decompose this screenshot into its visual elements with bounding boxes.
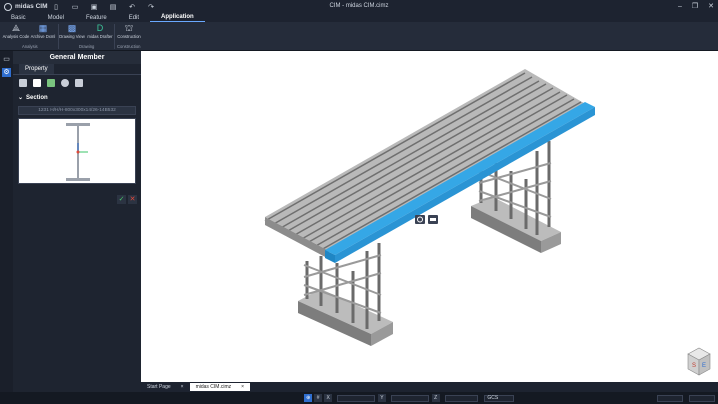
undo-icon[interactable]: ↶ — [128, 3, 136, 11]
close-icon[interactable]: ✕ — [708, 0, 714, 13]
group-label-analysis: Analysis — [22, 44, 38, 49]
apply-check-icon[interactable]: ✓ — [117, 195, 126, 204]
ribbon: ⟁ Analysis Code ▦ Archive Dxml ▩ Drawing… — [0, 22, 718, 51]
settings-gear-icon[interactable]: ⚙ — [2, 68, 11, 77]
midas-drafter-button[interactable]: D midas Drafter — [86, 23, 114, 41]
drawing-view-icon: ▩ — [67, 23, 77, 33]
x-coordinate-field[interactable] — [337, 394, 375, 402]
refresh-icon[interactable] — [61, 79, 69, 87]
new-file-icon[interactable]: ▯ — [52, 3, 60, 11]
section-preview — [18, 118, 136, 184]
menu-application[interactable]: Application — [150, 13, 205, 22]
table-icon[interactable] — [75, 79, 83, 87]
chat-icon[interactable]: ▭ — [2, 55, 11, 64]
section-selector[interactable]: 1231 H/H/H-800x300x14/26-14B532 — [18, 106, 136, 115]
x-label: X — [324, 394, 333, 402]
panel-tabs: Property — [13, 64, 141, 75]
property-panel: General Member Property ⌄ Section 1231 H… — [13, 51, 141, 392]
view-cube[interactable]: S E — [687, 347, 711, 376]
document-tabs: Start Page × midas CIM.cimz × — [141, 382, 718, 392]
unit-select-force[interactable] — [657, 394, 684, 402]
quick-access-toolbar: ▯ ▭ ▣ ▤ ↶ ↷ — [52, 3, 155, 11]
group-label-construction: Construction — [117, 44, 141, 49]
construction-icon: ⛫ — [124, 23, 134, 33]
menu-edit[interactable]: Edit — [118, 15, 150, 21]
close-tab-icon[interactable]: × — [181, 383, 184, 391]
drawing-view-button[interactable]: ▩ Drawing View — [58, 23, 86, 41]
group-label-drawing: Drawing — [79, 44, 95, 49]
z-coordinate-field[interactable] — [444, 394, 479, 402]
window-controls: – ❐ ✕ — [678, 0, 714, 13]
save-icon[interactable]: ▣ — [90, 3, 98, 11]
app-logo: midas CIM — [0, 2, 48, 11]
logo-icon — [4, 2, 12, 11]
y-label: Y — [377, 394, 386, 402]
chevron-down-icon: ⌄ — [18, 95, 24, 101]
tab-start-page[interactable]: Start Page × — [141, 383, 190, 391]
menu-basic[interactable]: Basic — [0, 15, 37, 21]
tab-property[interactable]: Property — [19, 64, 54, 74]
y-coordinate-field[interactable] — [390, 394, 429, 402]
save-as-icon[interactable]: ▤ — [109, 3, 117, 11]
section-icon — [430, 218, 436, 221]
status-bar: ⊕ # X Y Z GCS — [0, 392, 718, 404]
close-tab-icon[interactable]: × — [241, 383, 244, 391]
unit-select-length[interactable] — [689, 394, 715, 402]
title-bar: midas CIM ▯ ▭ ▣ ▤ ↶ ↷ CIM - midas CIM.ci… — [0, 0, 718, 13]
menu-model[interactable]: Model — [37, 15, 75, 21]
panel-actions: ✓ ✕ — [117, 195, 137, 204]
list-icon[interactable] — [19, 79, 27, 87]
maximize-icon[interactable]: ❐ — [692, 0, 698, 13]
coordinate-system-select[interactable]: GCS — [484, 394, 515, 402]
snap-icon[interactable]: ⊕ — [304, 394, 313, 402]
redo-icon[interactable]: ↷ — [147, 3, 155, 11]
section-header[interactable]: ⌄ Section — [13, 91, 141, 104]
tab-cimz-file[interactable]: midas CIM.cimz × — [189, 383, 251, 391]
grid-icon[interactable]: # — [314, 394, 323, 402]
section-icon[interactable] — [33, 79, 41, 87]
left-toolstrip: ▭ ⚙ — [0, 51, 13, 392]
z-label: Z — [431, 394, 440, 402]
analysis-code-icon: ⟁ — [11, 23, 21, 33]
archive-icon: ▦ — [38, 23, 48, 33]
color-icon[interactable] — [47, 79, 55, 87]
svg-text:E: E — [702, 363, 706, 369]
panel-title: General Member — [13, 51, 141, 64]
model-viewport[interactable]: S E — [141, 51, 718, 382]
panel-toolbar — [13, 75, 141, 91]
svg-text:S: S — [692, 363, 696, 369]
drafter-icon: D — [96, 23, 104, 33]
open-folder-icon[interactable]: ▭ — [71, 3, 79, 11]
cancel-x-icon[interactable]: ✕ — [128, 195, 137, 204]
menu-bar: Basic Model Feature Edit Application — [0, 13, 718, 22]
construction-button[interactable]: ⛫ Construction — [115, 23, 143, 41]
archive-dxml-button[interactable]: ▦ Archive Dxml — [29, 23, 57, 41]
i-beam-diagram — [66, 123, 90, 181]
bridge-model: S E — [264, 69, 711, 376]
menu-feature[interactable]: Feature — [75, 15, 118, 21]
left-pier — [298, 243, 393, 346]
floating-mini-toolbar[interactable] — [415, 215, 438, 224]
minimize-icon[interactable]: – — [678, 0, 682, 13]
app-name: midas CIM — [15, 3, 48, 10]
analysis-code-button[interactable]: ⟁ Analysis Code — [2, 23, 30, 41]
